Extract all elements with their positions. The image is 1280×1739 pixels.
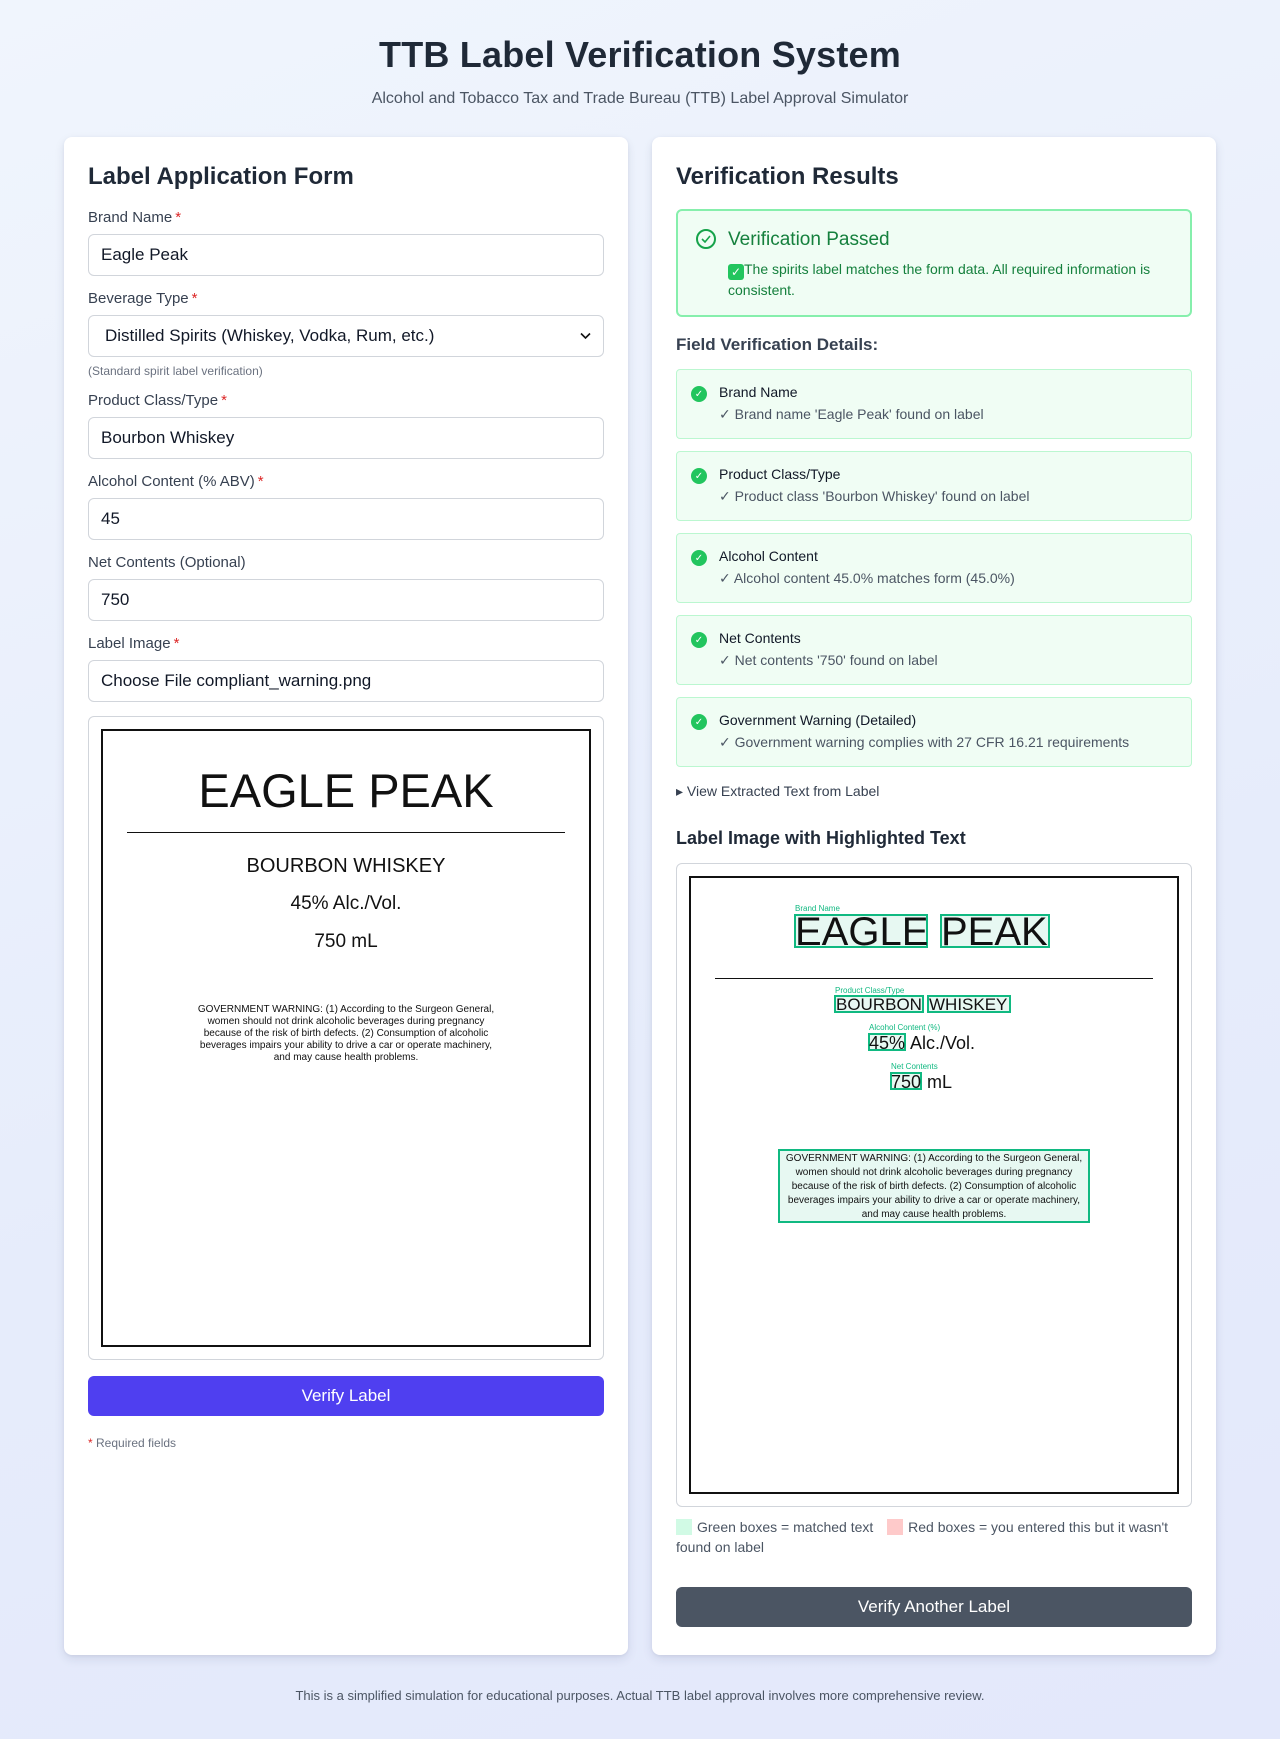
label-divider	[127, 832, 565, 833]
required-marker: *	[257, 473, 264, 490]
required-marker: *	[173, 635, 180, 652]
hl-word: 750	[891, 1072, 922, 1092]
page-subtitle: Alcohol and Tobacco Tax and Trade Bureau…	[371, 90, 909, 107]
hl-word: 45%	[869, 1033, 906, 1053]
label-net-text: 750 mL	[314, 931, 378, 952]
label-abv-text: 45% Alc./Vol.	[290, 893, 402, 914]
abv-label: Alcohol Content (% ABV) *	[88, 473, 264, 490]
highlight-legend: Green boxes = matched text Red boxes = y…	[676, 1517, 1192, 1557]
label-image-file-input[interactable]: Choose File compliant_warning.png	[88, 660, 604, 702]
detail-item: ✓ Brand Name ✓ Brand name 'Eagle Peak' fo…	[676, 369, 1192, 439]
detail-message: ✓ Government warning complies with 27 CF…	[719, 734, 1130, 750]
beverage-label: Beverage Type *	[88, 290, 198, 307]
check-icon: ✓	[691, 632, 707, 648]
beverage-type-select[interactable]: Distilled Spirits (Whiskey, Vodka, Rum, …	[88, 315, 604, 357]
label-warning-text: GOVERNMENT WARNING: (1) According to the…	[197, 1004, 495, 1063]
verify-label-button[interactable]: Verify Label	[88, 1376, 604, 1416]
check-icon: ✓	[691, 550, 707, 566]
class-field: Product Class/Type * Bourbon Whiskey	[88, 392, 604, 459]
image-field: Label Image * Choose File compliant_warni…	[88, 635, 604, 702]
net-contents-input[interactable]: 750	[88, 579, 604, 621]
label-brand-text: EAGLE PEAK	[198, 764, 494, 817]
form-title: Label Application Form	[88, 163, 354, 190]
brand-label: Brand Name *	[88, 209, 182, 226]
detail-item: ✓ Product Class/Type ✓ Product class 'Bou…	[676, 451, 1192, 521]
brand-field: Brand Name * Eagle Peak	[88, 209, 604, 276]
detail-message: ✓ Product class 'Bourbon Whiskey' found …	[719, 488, 1030, 504]
green-swatch	[676, 1519, 692, 1535]
required-marker: *	[175, 209, 182, 226]
label-class-text: BOURBON WHISKEY	[246, 855, 446, 877]
detail-item: ✓ Net Contents ✓ Net contents '750' found…	[676, 615, 1192, 685]
status-message: ✓ The spirits label matches the form data…	[728, 261, 1151, 298]
product-class-input[interactable]: Bourbon Whiskey	[88, 417, 604, 459]
chevron-down-icon	[580, 329, 591, 343]
abv-input[interactable]: 45	[88, 498, 604, 540]
required-marker: *	[191, 290, 198, 307]
details-title: Field Verification Details:	[676, 335, 879, 354]
extracted-text-toggle[interactable]: ▸ View Extracted Text from Label	[676, 783, 1192, 800]
checkmark-emoji-icon: ✓	[728, 264, 744, 280]
check-icon: ✓	[691, 468, 707, 484]
hl-word: EAGLE	[795, 910, 929, 954]
footer-note: This is a simplified simulation for educ…	[295, 1688, 985, 1703]
hl-word: PEAK	[941, 910, 1048, 954]
image-label: Label Image *	[88, 635, 180, 652]
class-label: Product Class/Type *	[88, 392, 227, 409]
hl-word: mL	[927, 1072, 953, 1092]
check-circle-icon	[696, 229, 716, 249]
status-title: Verification Passed	[728, 229, 890, 250]
page-header: TTB Label Verification System Alcohol an…	[0, 0, 1280, 137]
hl-word: BOURBON	[836, 995, 922, 1014]
hl-word: Alc./Vol.	[910, 1033, 976, 1053]
verification-status-box: Verification Passed ✓ The spirits label m…	[676, 209, 1192, 317]
check-icon: ✓	[691, 386, 707, 402]
brand-name-input[interactable]: Eagle Peak	[88, 234, 604, 276]
highlighted-label-image: Brand Name EAGLE PEAK Product Class/Type…	[689, 876, 1179, 1494]
beverage-type-value: Distilled Spirits (Whiskey, Vodka, Rum, …	[105, 326, 435, 345]
page-title: TTB Label Verification System	[379, 34, 901, 75]
beverage-field: Beverage Type * Distilled Spirits (Whiske…	[88, 290, 604, 378]
detail-name: Net Contents	[719, 630, 801, 646]
class-box-tag: Product Class/Type	[835, 986, 905, 995]
detail-message: ✓ Alcohol content 45.0% matches form (45…	[719, 570, 1015, 586]
hl-word: WHISKEY	[929, 995, 1008, 1014]
red-swatch	[887, 1519, 904, 1535]
detail-name: Brand Name	[719, 384, 798, 400]
legend-green-text: Green boxes = matched text	[697, 1519, 874, 1535]
application-form-card: Label Application Form Brand Name * Eagle…	[64, 137, 628, 1655]
highlight-title: Label Image with Highlighted Text	[676, 828, 966, 848]
label-divider	[715, 978, 1153, 979]
check-icon: ✓	[691, 714, 707, 730]
results-title: Verification Results	[676, 163, 899, 190]
beverage-hint: (Standard spirit label verification)	[88, 364, 263, 378]
abv-field: Alcohol Content (% ABV) * 45	[88, 473, 604, 540]
required-marker: *	[221, 392, 227, 409]
highlighted-label-preview: Brand Name EAGLE PEAK Product Class/Type…	[676, 863, 1192, 1507]
net-field: Net Contents (Optional) 750	[88, 554, 604, 621]
detail-message: ✓ Brand name 'Eagle Peak' found on label	[719, 406, 984, 422]
label-image: EAGLE PEAK BOURBON WHISKEY 45% Alc./Vol.…	[101, 729, 591, 1347]
label-image-preview: EAGLE PEAK BOURBON WHISKEY 45% Alc./Vol.…	[88, 716, 604, 1360]
net-label: Net Contents (Optional)	[88, 554, 246, 571]
detail-message: ✓ Net contents '750' found on label	[719, 652, 938, 668]
abv-box-tag: Alcohol Content (%)	[869, 1023, 941, 1032]
results-card: Verification Results Verification Passed…	[652, 137, 1216, 1655]
triangle-right-icon: ▸	[676, 783, 684, 799]
detail-item: ✓ Alcohol Content ✓ Alcohol content 45.0%…	[676, 533, 1192, 603]
detail-name: Product Class/Type	[719, 466, 841, 482]
net-box-tag: Net Contents	[891, 1062, 938, 1071]
detail-name: Alcohol Content	[719, 548, 818, 564]
required-note: * Required fields	[88, 1436, 177, 1450]
detail-name: Government Warning (Detailed)	[719, 712, 917, 728]
detail-item: ✓ Government Warning (Detailed) ✓ Governm…	[676, 697, 1192, 767]
hl-warning-text: GOVERNMENT WARNING: (1) According to the…	[785, 1153, 1083, 1220]
verify-another-button[interactable]: Verify Another Label	[676, 1587, 1192, 1627]
